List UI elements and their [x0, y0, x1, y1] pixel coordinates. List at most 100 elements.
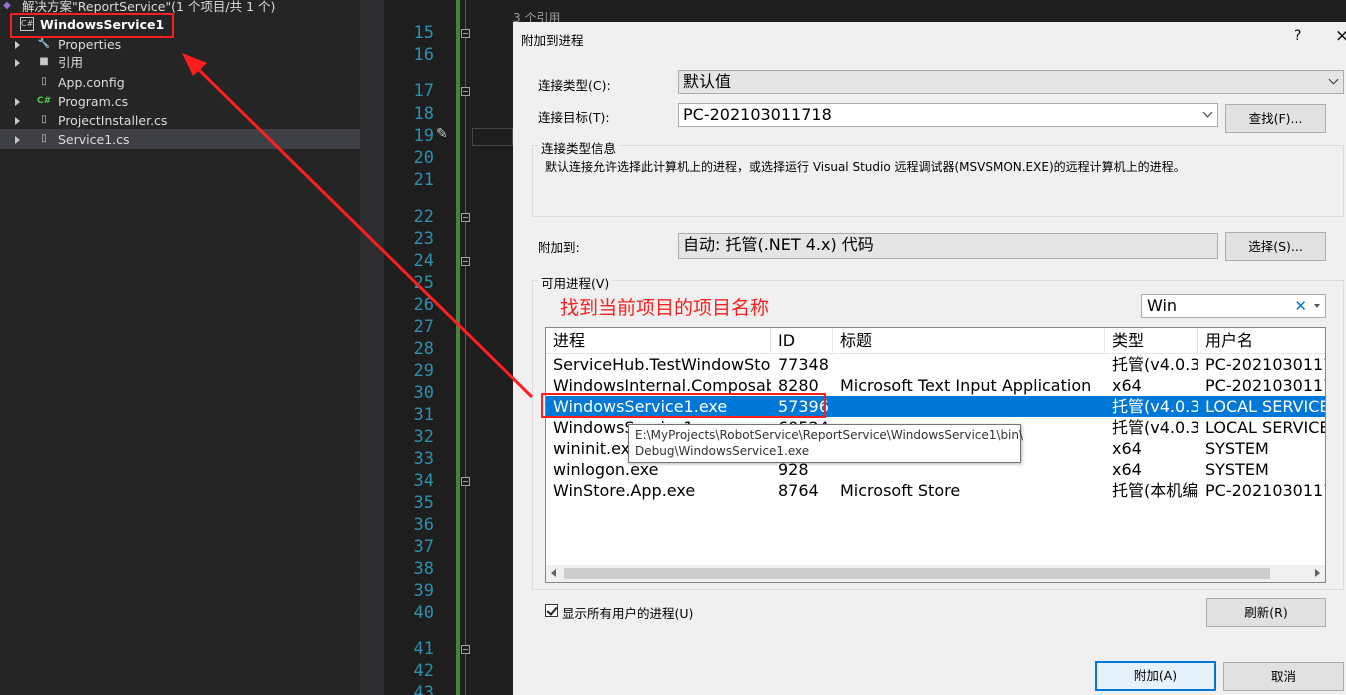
- file-icon: ▯: [41, 133, 47, 144]
- clear-filter-icon[interactable]: ✕: [1294, 295, 1307, 317]
- screen: ◆ 解决方案"ReportService"(1 个项目/共 1 个) C# Wi…: [0, 0, 1346, 695]
- tree-item-service1-cs[interactable]: ▯ Service1.cs: [0, 130, 360, 149]
- tree-item-label: App.config: [58, 75, 125, 90]
- connection-type-label: 连接类型(C):: [538, 78, 611, 93]
- annotation-text: 找到当前项目的项目名称: [560, 297, 770, 319]
- process-user: PC-202103011718\...: [1205, 376, 1325, 395]
- process-list-header: 进程 ID 标题 类型 用户名: [546, 328, 1325, 354]
- line-number: 23: [413, 229, 434, 249]
- change-indicator-bar: [456, 0, 460, 695]
- horizontal-scrollbar[interactable]: [546, 565, 1325, 582]
- process-id: 8764: [778, 481, 819, 500]
- collapse-toggle-icon[interactable]: [461, 645, 470, 654]
- connection-info-text: 默认连接允许选择此计算机上的进程，或选择运行 Visual Studio 远程调…: [545, 160, 1186, 174]
- scroll-right-icon[interactable]: [1315, 569, 1320, 577]
- process-path-tooltip: E:\MyProjects\RobotService\ReportService…: [628, 424, 1024, 463]
- column-header-type[interactable]: 类型: [1105, 328, 1198, 354]
- tree-item-label: Service1.cs: [58, 132, 130, 147]
- expand-arrow-icon[interactable]: [15, 98, 20, 106]
- find-button[interactable]: 查找(F)...: [1225, 104, 1326, 133]
- close-button[interactable]: ×: [1335, 26, 1346, 46]
- process-highlight-box: [541, 393, 826, 418]
- wrench-icon: 🔧: [37, 38, 51, 49]
- scroll-left-icon[interactable]: [551, 569, 556, 577]
- column-header-title[interactable]: 标题: [833, 328, 1105, 354]
- process-user: PC-202103011718\...: [1205, 355, 1325, 374]
- line-number: 32: [413, 427, 434, 447]
- connection-target-label: 连接目标(T):: [538, 110, 610, 125]
- line-number: 21: [413, 170, 434, 190]
- process-type: x64: [1112, 439, 1142, 458]
- pencil-icon: ✎: [436, 126, 448, 142]
- expand-arrow-icon[interactable]: [15, 117, 20, 125]
- process-row[interactable]: ServiceHub.TestWindowStoreHost.e... 7734…: [546, 354, 1325, 375]
- column-header-username[interactable]: 用户名: [1198, 328, 1325, 354]
- line-number: 37: [413, 537, 434, 557]
- line-number: 15: [413, 23, 434, 43]
- csharp-file-icon: C#: [37, 96, 52, 106]
- cancel-button[interactable]: 取消: [1223, 662, 1344, 691]
- line-number: 28: [413, 339, 434, 359]
- config-file-icon: ▯: [41, 76, 47, 87]
- tree-item-projectinstaller-cs[interactable]: ▯ ProjectInstaller.cs: [0, 111, 360, 130]
- line-number: 20: [413, 148, 434, 168]
- connection-type-select[interactable]: 默认值: [678, 70, 1344, 94]
- solution-explorer: ◆ 解决方案"ReportService"(1 个项目/共 1 个) C# Wi…: [0, 0, 360, 695]
- line-number: 29: [413, 361, 434, 381]
- process-filter-input[interactable]: Win ✕: [1141, 294, 1326, 318]
- line-number: 22: [413, 207, 434, 227]
- line-number: 25: [413, 273, 434, 293]
- collapse-toggle-icon[interactable]: [461, 29, 470, 38]
- column-header-process[interactable]: 进程: [546, 328, 771, 354]
- available-processes-label: 可用进程(V): [538, 273, 613, 292]
- help-button[interactable]: ?: [1294, 28, 1301, 44]
- filter-dropdown-icon[interactable]: [1314, 304, 1320, 308]
- collapse-toggle-icon[interactable]: [461, 257, 470, 266]
- editor-scrollbar[interactable]: [360, 0, 384, 695]
- expand-arrow-icon[interactable]: [15, 136, 20, 144]
- process-row[interactable]: WinStore.App.exe 8764 Microsoft Store 托管…: [546, 480, 1325, 501]
- process-type: 托管(v4.0.30...: [1112, 355, 1198, 374]
- tree-item-app-config[interactable]: ▯ App.config: [0, 73, 360, 92]
- collapse-toggle-icon[interactable]: [461, 477, 470, 486]
- collapse-toggle-icon[interactable]: [461, 213, 470, 222]
- tooltip-line: Debug\WindowsService1.exe: [635, 444, 810, 458]
- line-number: 41: [413, 639, 434, 659]
- line-number: 19: [413, 126, 434, 146]
- process-user: LOCAL SERVICE: [1205, 397, 1325, 416]
- line-number: 39: [413, 581, 434, 601]
- show-all-users-checkbox[interactable]: [545, 604, 558, 617]
- project-highlight-box: [10, 13, 174, 38]
- line-number: 31: [413, 405, 434, 425]
- line-number: 38: [413, 559, 434, 579]
- tree-item-references[interactable]: ■ 引用: [0, 53, 360, 72]
- references-icon: ■: [39, 56, 49, 67]
- line-number: 43: [413, 683, 434, 695]
- attach-to-value: 自动: 托管(.NET 4.x) 代码: [683, 235, 874, 254]
- line-number: 42: [413, 661, 434, 681]
- collapse-toggle-icon[interactable]: [461, 87, 470, 96]
- tree-item-program-cs[interactable]: C# Program.cs: [0, 92, 360, 111]
- tooltip-line: E:\MyProjects\RobotService\ReportService…: [635, 428, 1024, 442]
- process-type: 托管(v4.0.30...: [1112, 397, 1198, 416]
- scrollbar-thumb[interactable]: [564, 568, 1270, 579]
- connection-target-select[interactable]: PC-202103011718: [678, 103, 1218, 127]
- dialog-title: 附加到进程: [521, 33, 584, 48]
- select-button[interactable]: 选择(S)...: [1225, 232, 1326, 261]
- chevron-down-icon: [1202, 107, 1213, 118]
- expand-arrow-icon[interactable]: [15, 59, 20, 67]
- attach-button[interactable]: 附加(A): [1095, 661, 1216, 691]
- process-name: ServiceHub.TestWindowStoreHost.e...: [553, 355, 771, 374]
- outline-guide-line: [465, 0, 466, 695]
- column-header-id[interactable]: ID: [771, 328, 833, 354]
- line-number: 34: [413, 471, 434, 491]
- connection-type-value: 默认值: [683, 72, 732, 91]
- process-id: 77348: [778, 355, 829, 374]
- show-all-users-label[interactable]: 显示所有用户的进程(U): [562, 603, 693, 622]
- line-number: 36: [413, 515, 434, 535]
- expand-arrow-icon[interactable]: [15, 41, 20, 49]
- refresh-button[interactable]: 刷新(R): [1206, 598, 1326, 627]
- connection-info-group: [532, 145, 1344, 217]
- attach-to-field: 自动: 托管(.NET 4.x) 代码: [678, 233, 1218, 259]
- current-line-box: [472, 128, 513, 146]
